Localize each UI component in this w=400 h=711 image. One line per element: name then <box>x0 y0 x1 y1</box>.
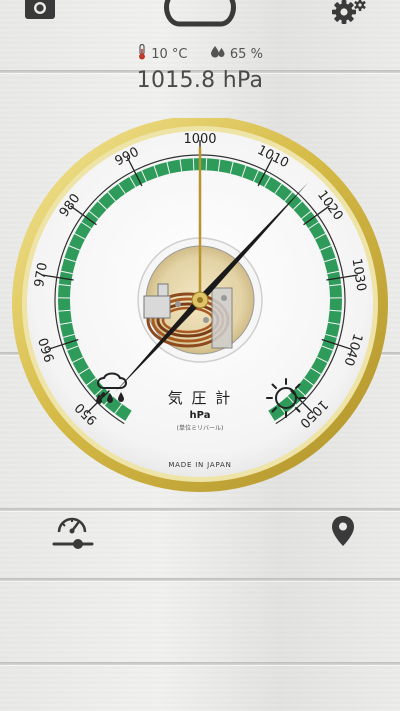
top-toolbar <box>0 0 400 40</box>
humidity-icon <box>210 45 226 63</box>
cloud-icon <box>164 0 236 27</box>
gauge-scale-label: 1000 <box>183 132 216 147</box>
needle-hub-center <box>197 297 203 303</box>
humidity-value: 65 % <box>229 46 263 62</box>
gauge-maker: MADE IN JAPAN <box>168 461 231 469</box>
pressure-reading: 1015.8 hPa <box>136 68 264 93</box>
gauge-minor-tick <box>205 155 208 171</box>
barometer-gauge: 950960970980990100010101020103010401050 … <box>12 118 388 492</box>
gauge-unit: hPa <box>190 410 211 421</box>
gauge-title: 気 圧 計 <box>168 389 233 407</box>
plank-seam <box>0 662 400 665</box>
bottom-toolbar <box>0 510 400 560</box>
gauge-slider-icon <box>52 517 94 549</box>
gauge-subtitle: (単位ミリバール) <box>177 424 224 432</box>
temperature-value: 10 °C <box>151 46 188 62</box>
camera-button[interactable] <box>24 0 56 22</box>
settings-button[interactable] <box>330 0 370 28</box>
gear-icon <box>332 0 366 24</box>
plank-seam <box>0 578 400 581</box>
weather-stats: 10 °C 65 % <box>0 43 400 64</box>
gauge-settings-button[interactable] <box>52 512 94 552</box>
gauge-minor-tick <box>192 155 195 171</box>
location-pin-icon <box>332 516 354 546</box>
camera-icon <box>25 0 55 19</box>
weather-button[interactable] <box>162 0 238 30</box>
location-button[interactable] <box>330 514 356 550</box>
thermometer-icon <box>137 43 147 64</box>
